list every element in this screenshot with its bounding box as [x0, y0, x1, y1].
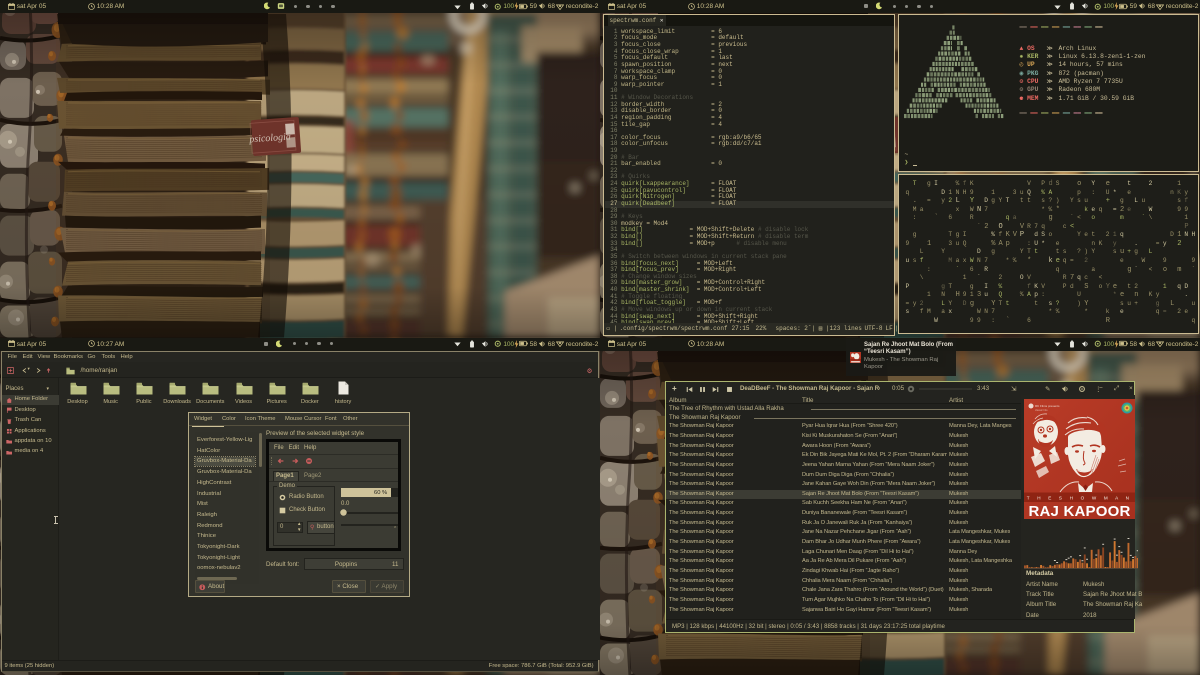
svg-text:classic hits: classic hits [1035, 408, 1048, 412]
svg-text:RK Films presents: RK Films presents [1035, 404, 1060, 408]
svg-text:T H E S H O W M A N: T H E S H O W M A N [1027, 495, 1132, 500]
svg-text:RAJ KAPOOR: RAJ KAPOOR [1028, 503, 1130, 519]
